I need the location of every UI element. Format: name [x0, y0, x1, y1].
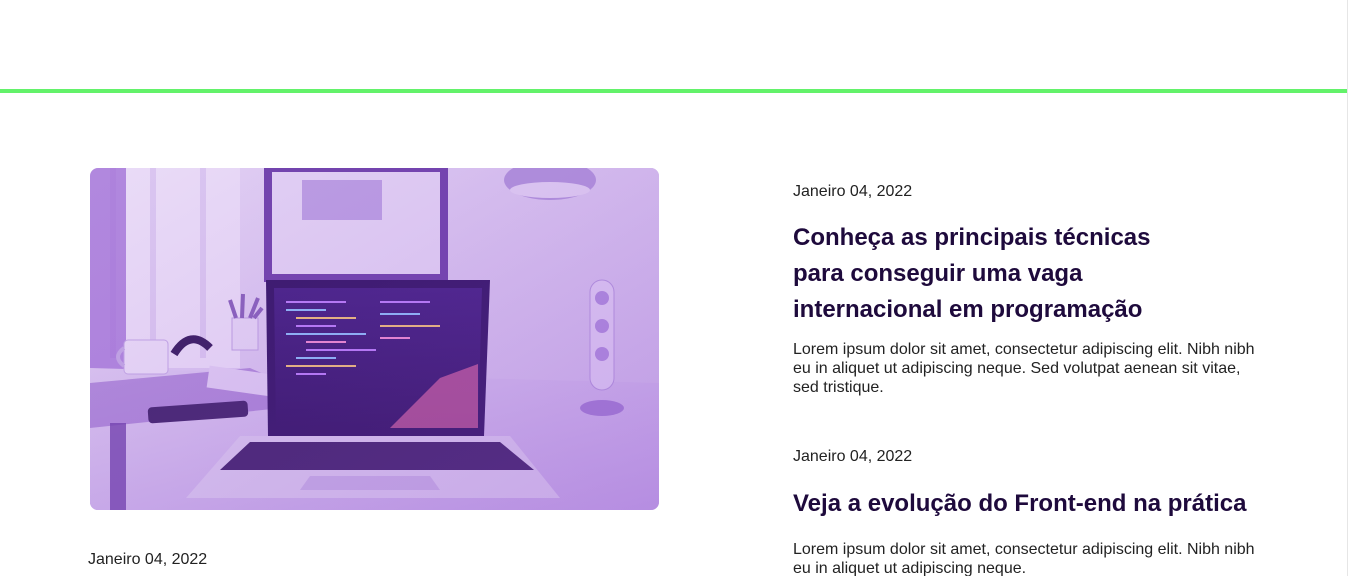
featured-post-date: Janeiro 04, 2022	[88, 551, 208, 568]
post-title-link[interactable]: Conheça as principais técnicas para cons…	[793, 220, 1193, 328]
post-card[interactable]: Janeiro 04, 2022 Conheça as principais t…	[793, 182, 1263, 397]
blog-page: Janeiro 04, 2022 Janeiro 04, 2022 Conheç…	[0, 0, 1348, 576]
post-date: Janeiro 04, 2022	[793, 183, 913, 200]
featured-post-image[interactable]	[90, 168, 659, 510]
laptop-desk-illustration	[90, 168, 659, 510]
header-divider	[0, 89, 1348, 93]
post-card[interactable]: Janeiro 04, 2022 Veja a evolução do Fron…	[793, 447, 1263, 576]
post-date: Janeiro 04, 2022	[793, 448, 913, 465]
post-excerpt: Lorem ipsum dolor sit amet, consectetur …	[793, 341, 1255, 396]
post-excerpt: Lorem ipsum dolor sit amet, consectetur …	[793, 541, 1255, 576]
post-title-link[interactable]: Veja a evolução do Front-end na prática	[793, 486, 1263, 522]
